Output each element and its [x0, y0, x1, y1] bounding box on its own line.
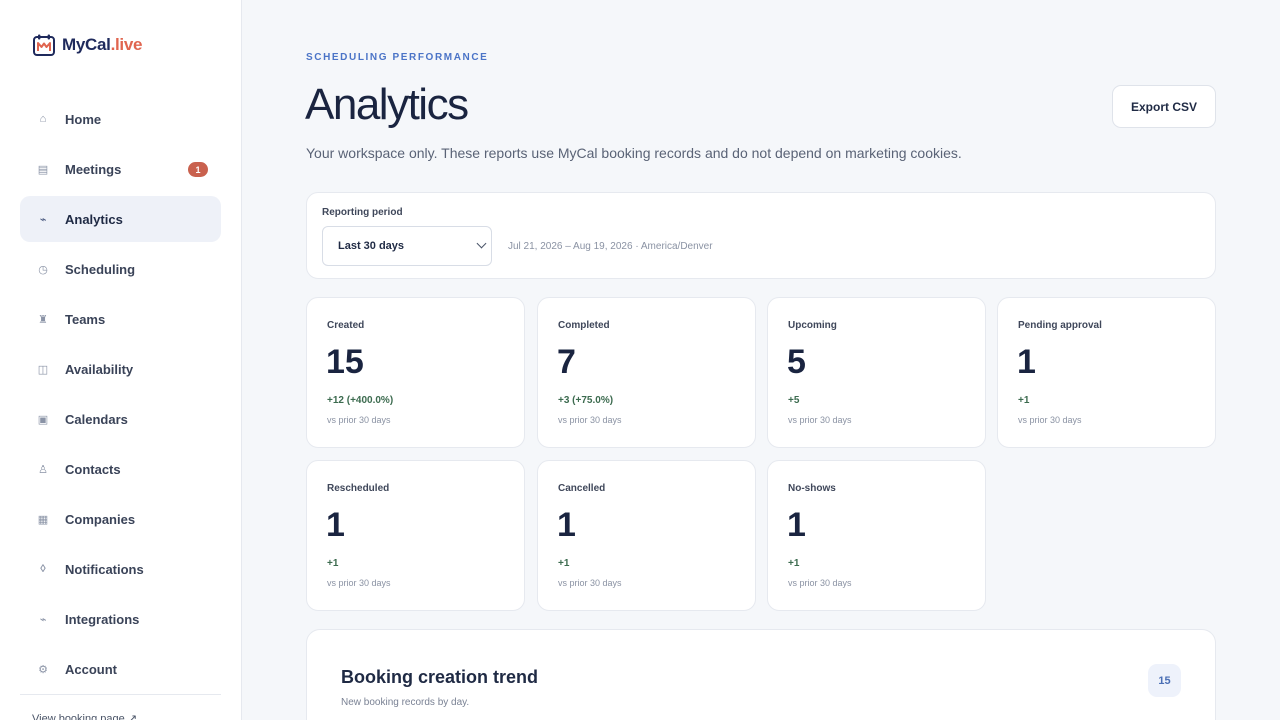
companies-icon: ▦: [37, 513, 49, 526]
stat-value: 1: [557, 506, 576, 544]
stat-label: Upcoming: [788, 320, 837, 331]
stat-value: 5: [787, 343, 806, 381]
sidebar-item-label: Calendars: [65, 411, 128, 427]
logo[interactable]: MyCal.live: [32, 32, 142, 58]
availability-icon: ◫: [37, 363, 49, 376]
stat-compare: vs prior 30 days: [558, 415, 622, 425]
stat-card-cancelled: Cancelled 1 +1 vs prior 30 days: [537, 460, 756, 611]
sidebar-item-analytics[interactable]: ⌁ Analytics: [20, 196, 221, 242]
reporting-period-label: Reporting period: [322, 207, 403, 218]
trend-title: Booking creation trend: [341, 667, 539, 687]
stat-value: 7: [557, 343, 576, 381]
meetings-icon: ▤: [37, 163, 49, 176]
sidebar-item-label: Notifications: [65, 561, 144, 577]
stat-delta: +5: [788, 395, 800, 406]
view-booking-page-link[interactable]: View booking page ↗: [32, 712, 137, 720]
reporting-period-value: Last 30 days: [338, 240, 405, 252]
stat-value: 1: [1017, 343, 1036, 381]
calendar-icon: ▣: [37, 413, 49, 426]
meetings-count-badge: 1: [188, 162, 208, 177]
page-eyebrow: SCHEDULING PERFORMANCE: [306, 52, 489, 63]
stat-delta: +12 (+400.0%): [327, 395, 394, 406]
stat-value: 1: [787, 506, 806, 544]
stat-label: No-shows: [788, 483, 836, 494]
stat-label: Created: [327, 320, 365, 331]
sidebar-item-label: Teams: [65, 311, 106, 327]
stat-card-pending-approval: Pending approval 1 +1 vs prior 30 days: [997, 297, 1216, 448]
clock-icon: ◷: [38, 263, 48, 276]
sidebar-item-label: Analytics: [65, 211, 123, 227]
stat-card-created: Created 15 +12 (+400.0%) vs prior 30 days: [306, 297, 525, 448]
sidebar-item-label: Integrations: [65, 611, 140, 627]
sidebar-item-notifications[interactable]: ◊ Notifications: [20, 546, 221, 592]
sidebar-item-home[interactable]: ⌂ Home: [20, 96, 221, 142]
stat-delta: +3 (+75.0%): [558, 395, 614, 406]
sidebar-item-availability[interactable]: ◫ Availability: [20, 346, 221, 392]
sidebar-item-contacts[interactable]: ♙ Contacts: [20, 446, 221, 492]
stat-compare: vs prior 30 days: [788, 415, 852, 425]
teams-icon: ♜: [38, 313, 48, 326]
booking-trend-card: Booking creation trend New booking recor…: [306, 629, 1216, 720]
sidebar-item-label: Meetings: [65, 161, 122, 177]
sidebar-item-companies[interactable]: ▦ Companies: [20, 496, 221, 542]
page-subtitle: Your workspace only. These reports use M…: [306, 145, 962, 161]
stat-compare: vs prior 30 days: [788, 578, 852, 588]
export-csv-button[interactable]: Export CSV: [1112, 85, 1216, 128]
bell-icon: ◊: [40, 563, 46, 575]
stat-delta: +1: [558, 558, 570, 569]
stat-label: Rescheduled: [327, 483, 390, 494]
stat-card-no-shows: No-shows 1 +1 vs prior 30 days: [767, 460, 986, 611]
calendar-logo-icon: [32, 33, 56, 57]
sidebar-nav: ⌂ Home ▤ Meetings 1 ⌁ Analytics ◷ Scheduling ♜ Tea…: [20, 96, 221, 696]
reporting-period-range: Jul 21, 2026 – Aug 19, 2026 · America/De…: [508, 241, 713, 252]
chevron-down-icon: [476, 238, 487, 249]
stat-label: Pending approval: [1018, 320, 1102, 331]
stat-value: 1: [326, 506, 345, 544]
stat-delta: +1: [788, 558, 800, 569]
sidebar-item-integrations[interactable]: ⌁ Integrations: [20, 596, 221, 642]
sidebar-item-scheduling[interactable]: ◷ Scheduling: [20, 246, 221, 292]
sidebar-item-calendars[interactable]: ▣ Calendars: [20, 396, 221, 442]
trend-count-badge: 15: [1148, 664, 1181, 697]
stat-delta: +1: [1018, 395, 1030, 406]
stat-label: Completed: [558, 320, 610, 331]
sidebar-item-teams[interactable]: ♜ Teams: [20, 296, 221, 342]
sidebar-item-label: Home: [65, 111, 102, 127]
stat-card-rescheduled: Rescheduled 1 +1 vs prior 30 days: [306, 460, 525, 611]
stat-value: 15: [326, 343, 364, 381]
sidebar-item-meetings[interactable]: ▤ Meetings 1: [20, 146, 221, 192]
sidebar-item-label: Availability: [65, 361, 134, 377]
sidebar-item-account[interactable]: ⚙ Account: [20, 646, 221, 692]
contacts-icon: ♙: [38, 463, 48, 476]
sidebar-item-label: Contacts: [65, 461, 121, 477]
sidebar-item-label: Account: [65, 661, 117, 677]
stat-compare: vs prior 30 days: [327, 415, 391, 425]
stat-compare: vs prior 30 days: [1018, 415, 1082, 425]
logo-text-accent: .live: [110, 35, 143, 54]
reporting-period-select[interactable]: Last 30 days: [322, 226, 492, 266]
analytics-icon: ⌁: [39, 213, 47, 226]
sidebar-divider: [20, 694, 221, 695]
stat-delta: +1: [327, 558, 339, 569]
home-icon: ⌂: [39, 113, 47, 125]
integrations-icon: ⌁: [39, 613, 47, 626]
page-title: Analytics: [305, 80, 469, 129]
reporting-period-card: Reporting period Last 30 days Jul 21, 20…: [306, 192, 1216, 279]
sidebar: MyCal.live ⌂ Home ▤ Meetings 1 ⌁ Analytics ◷ Sch…: [0, 0, 242, 720]
sidebar-item-label: Scheduling: [65, 261, 136, 277]
trend-subtitle: New booking records by day.: [341, 697, 470, 708]
logo-text-main: MyCal: [62, 35, 111, 54]
stat-label: Cancelled: [558, 483, 606, 494]
sidebar-item-label: Companies: [65, 511, 136, 527]
stat-compare: vs prior 30 days: [558, 578, 622, 588]
stat-compare: vs prior 30 days: [327, 578, 391, 588]
gear-icon: ⚙: [38, 663, 48, 676]
stat-card-upcoming: Upcoming 5 +5 vs prior 30 days: [767, 297, 986, 448]
stat-card-completed: Completed 7 +3 (+75.0%) vs prior 30 days: [537, 297, 756, 448]
